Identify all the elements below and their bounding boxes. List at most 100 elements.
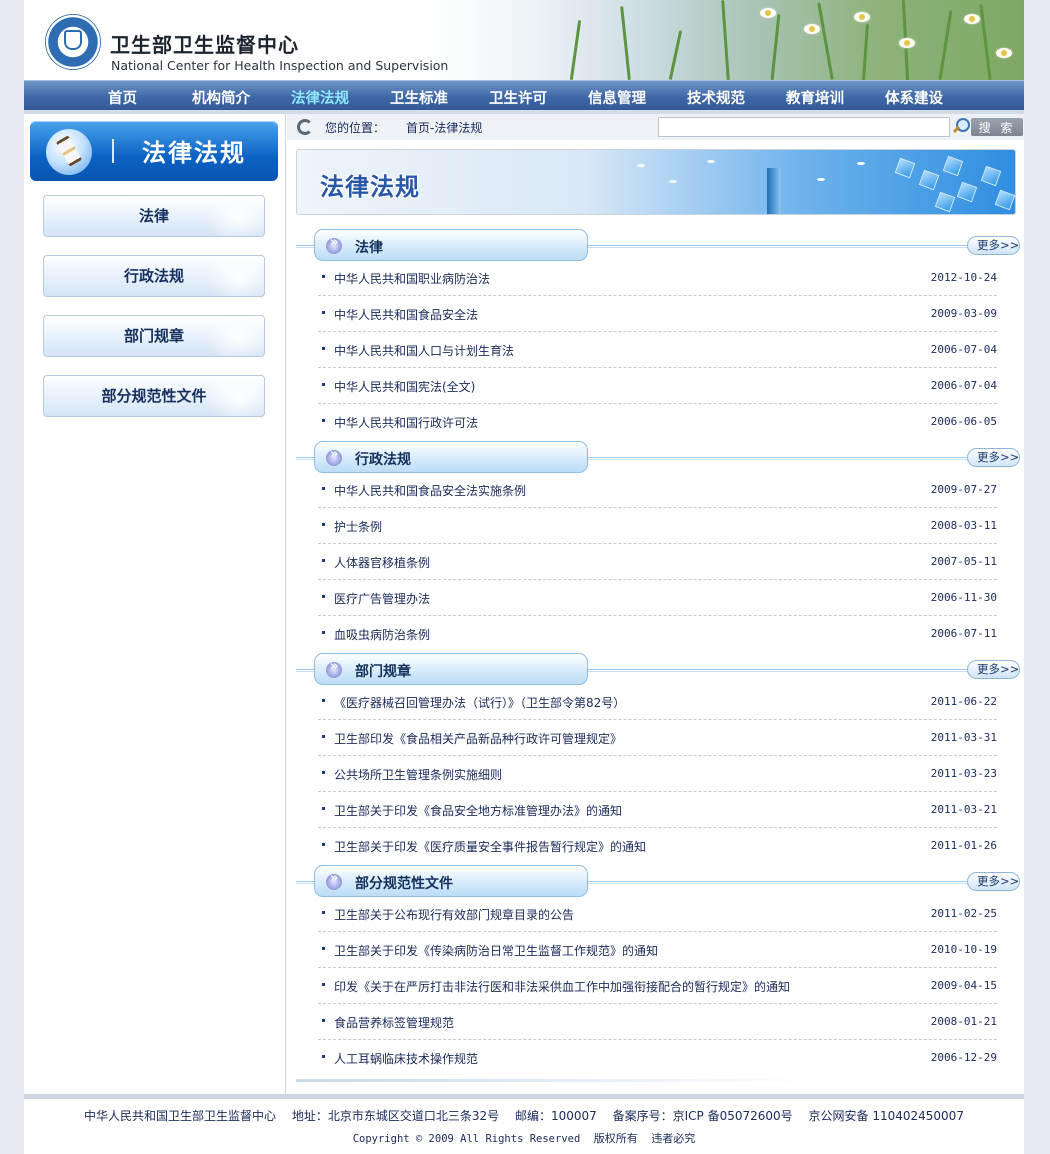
search-icon[interactable] <box>951 117 970 135</box>
site-footer: 中华人民共和国卫生部卫生监督中心 地址：北京市东城区交道口北三条32号 邮编：1… <box>24 1099 1024 1154</box>
item-title[interactable]: 中华人民共和国职业病防治法 <box>334 270 490 287</box>
refresh-icon <box>297 119 313 135</box>
item-title[interactable]: 卫生部关于印发《食品安全地方标准管理办法》的通知 <box>334 802 622 819</box>
item-date: 2009-04-15 <box>930 979 997 992</box>
item-date: 2011-01-26 <box>930 839 997 852</box>
more-button[interactable]: 更多>> <box>967 872 1020 891</box>
list-item[interactable]: 印发《关于在严厉打击非法行医和非法采供血工作中加强衔接配合的暂行规定》的通知 20… <box>318 968 997 1004</box>
item-title[interactable]: 卫生部关于公布现行有效部门规章目录的公告 <box>334 906 574 923</box>
more-button[interactable]: 更多>> <box>967 236 1020 255</box>
nav-item-home[interactable]: 首页 <box>108 87 137 108</box>
item-title[interactable]: 公共场所卫生管理条例实施细则 <box>334 766 502 783</box>
item-date: 2010-10-19 <box>930 943 997 956</box>
section-title: 部门规章 <box>355 664 411 680</box>
item-date: 2006-07-04 <box>930 379 997 392</box>
item-title[interactable]: 卫生部关于印发《传染病防治日常卫生监督工作规范》的通知 <box>334 942 658 959</box>
nav-item-about[interactable]: 机构简介 <box>192 87 250 108</box>
list-item[interactable]: 人工耳蜗临床技术操作规范 2006-12-29 <box>318 1040 997 1076</box>
sidebar-item-department-rules[interactable]: 部门规章 <box>43 315 265 357</box>
item-title[interactable]: 中华人民共和国行政许可法 <box>334 414 478 431</box>
list-item[interactable]: 公共场所卫生管理条例实施细则 2011-03-23 <box>318 756 997 792</box>
item-title[interactable]: 人体器官移植条例 <box>334 554 430 571</box>
main-content: 您的位置： 首页-法律法规 搜 索 法律法规 » 法律 更多>> 中华人民共和国… <box>287 114 1024 1094</box>
list-item[interactable]: 卫生部关于公布现行有效部门规章目录的公告 2011-02-25 <box>318 896 997 932</box>
nav-item-technical-specs[interactable]: 技术规范 <box>687 87 745 108</box>
nav-item-info-management[interactable]: 信息管理 <box>588 87 646 108</box>
sidebar-banner-title: 法律法规 <box>142 139 246 167</box>
list-item[interactable]: 卫生部关于印发《医疗质量安全事件报告暂行规定》的通知 2011-01-26 <box>318 828 997 864</box>
item-title[interactable]: 中华人民共和国宪法(全文) <box>334 378 475 395</box>
hourglass-icon <box>46 129 92 175</box>
sidebar-item-normative-documents[interactable]: 部分规范性文件 <box>43 375 265 417</box>
list-item[interactable]: 中华人民共和国人口与计划生育法 2006-07-04 <box>318 332 997 368</box>
list-item[interactable]: 中华人民共和国宪法(全文) 2006-07-04 <box>318 368 997 404</box>
nav-item-licensing[interactable]: 卫生许可 <box>489 87 547 108</box>
warning-text: 违者必究 <box>651 1132 696 1145</box>
breadcrumb-path[interactable]: 首页-法律法规 <box>406 119 482 136</box>
item-date: 2006-11-30 <box>930 591 997 604</box>
sidebar-banner: 法律法规 <box>30 121 278 181</box>
footer-postcode: 邮编：100007 <box>514 1109 597 1123</box>
item-title[interactable]: 人工耳蜗临床技术操作规范 <box>334 1050 478 1067</box>
item-title[interactable]: 中华人民共和国食品安全法实施条例 <box>334 482 526 499</box>
item-date: 2008-03-11 <box>930 519 997 532</box>
breadcrumb: 您的位置： 首页-法律法规 搜 索 <box>287 114 1024 140</box>
copyright-text: Copyright © 2009 All Rights Reserved <box>352 1133 581 1145</box>
list-item[interactable]: 卫生部关于印发《传染病防治日常卫生监督工作规范》的通知 2010-10-19 <box>318 932 997 968</box>
list-item[interactable]: 中华人民共和国行政许可法 2006-06-05 <box>318 404 997 440</box>
section-title: 部分规范性文件 <box>355 876 453 892</box>
sidebar-item-administrative-regulations[interactable]: 行政法规 <box>43 255 265 297</box>
site-title: 卫生部卫生监督中心 <box>110 33 299 57</box>
list-item[interactable]: 卫生部关于印发《食品安全地方标准管理办法》的通知 2011-03-21 <box>318 792 997 828</box>
nav-item-laws[interactable]: 法律法规 <box>291 87 349 108</box>
item-title[interactable]: 食品营养标签管理规范 <box>334 1014 454 1031</box>
item-date: 2009-03-09 <box>930 307 997 320</box>
item-date: 2011-03-21 <box>930 803 997 816</box>
item-title[interactable]: 中华人民共和国人口与计划生育法 <box>334 342 514 359</box>
item-title[interactable]: 《医疗器械召回管理办法（试行）》（卫生部令第82号） <box>334 694 625 711</box>
item-date: 2008-01-21 <box>930 1015 997 1028</box>
list-item[interactable]: 医疗广告管理办法 2006-11-30 <box>318 580 997 616</box>
item-date: 2009-07-27 <box>930 483 997 496</box>
footer-icp[interactable]: 备案序号：京ICP 备05072600号 <box>613 1109 793 1123</box>
nav-item-system-building[interactable]: 体系建设 <box>885 87 943 108</box>
article-list: 中华人民共和国食品安全法实施条例 2009-07-27 护士条例 2008-03-1… <box>318 472 997 652</box>
list-item[interactable]: 中华人民共和国食品安全法实施条例 2009-07-27 <box>318 472 997 508</box>
section-banner: 法律法规 <box>296 149 1016 215</box>
list-item[interactable]: 食品营养标签管理规范 2008-01-21 <box>318 1004 997 1040</box>
double-arrow-icon <box>326 659 342 678</box>
sidebar: 法律法规 法律 行政法规 部门规章 部分规范性文件 <box>24 114 286 1094</box>
list-item[interactable]: 血吸虫病防治条例 2006-07-11 <box>318 616 997 652</box>
search-button[interactable]: 搜 索 <box>971 118 1023 136</box>
more-button[interactable]: 更多>> <box>967 660 1020 679</box>
footer-address: 地址：北京市东城区交道口北三条32号 <box>291 1109 500 1123</box>
list-item[interactable]: 中华人民共和国食品安全法 2009-03-09 <box>318 296 997 332</box>
item-title[interactable]: 卫生部关于印发《医疗质量安全事件报告暂行规定》的通知 <box>334 838 646 855</box>
section-header: 部门规章 <box>314 653 588 685</box>
site-header: 卫生部卫生监督中心 National Center for Health Ins… <box>24 0 1024 80</box>
more-button[interactable]: 更多>> <box>967 448 1020 467</box>
site-subtitle: National Center for Health Inspection an… <box>111 58 449 73</box>
nav-item-training[interactable]: 教育培训 <box>786 87 844 108</box>
item-title[interactable]: 护士条例 <box>334 518 382 535</box>
item-title[interactable]: 中华人民共和国食品安全法 <box>334 306 478 323</box>
list-item[interactable]: 卫生部印发《食品相关产品新品种行政许可管理规定》 2011-03-31 <box>318 720 997 756</box>
footer-copyright: Copyright © 2009 All Rights Reserved 版权所… <box>24 1130 1024 1146</box>
list-item[interactable]: 中华人民共和国职业病防治法 2012-10-24 <box>318 260 997 296</box>
header-scenery-image <box>424 0 1024 80</box>
item-title[interactable]: 印发《关于在严厉打击非法行医和非法采供血工作中加强衔接配合的暂行规定》的通知 <box>334 978 790 995</box>
search-input[interactable] <box>658 117 950 137</box>
list-item[interactable]: 《医疗器械召回管理办法（试行）》（卫生部令第82号） 2011-06-22 <box>318 684 997 720</box>
list-item[interactable]: 人体器官移植条例 2007-05-11 <box>318 544 997 580</box>
item-title[interactable]: 卫生部印发《食品相关产品新品种行政许可管理规定》 <box>334 730 622 747</box>
nav-item-standards[interactable]: 卫生标准 <box>390 87 448 108</box>
item-title[interactable]: 血吸虫病防治条例 <box>334 626 430 643</box>
article-list: 《医疗器械召回管理办法（试行）》（卫生部令第82号） 2011-06-22 卫生部… <box>318 684 997 864</box>
sidebar-item-laws[interactable]: 法律 <box>43 195 265 237</box>
footer-police-record[interactable]: 京公网安备 110402450007 <box>809 1109 964 1123</box>
list-item[interactable]: 护士条例 2008-03-11 <box>318 508 997 544</box>
section-title: 行政法规 <box>355 452 411 468</box>
section-header: 部分规范性文件 <box>314 865 588 897</box>
item-title[interactable]: 医疗广告管理办法 <box>334 590 430 607</box>
article-list: 卫生部关于公布现行有效部门规章目录的公告 2011-02-25 卫生部关于印发《传… <box>318 896 997 1076</box>
